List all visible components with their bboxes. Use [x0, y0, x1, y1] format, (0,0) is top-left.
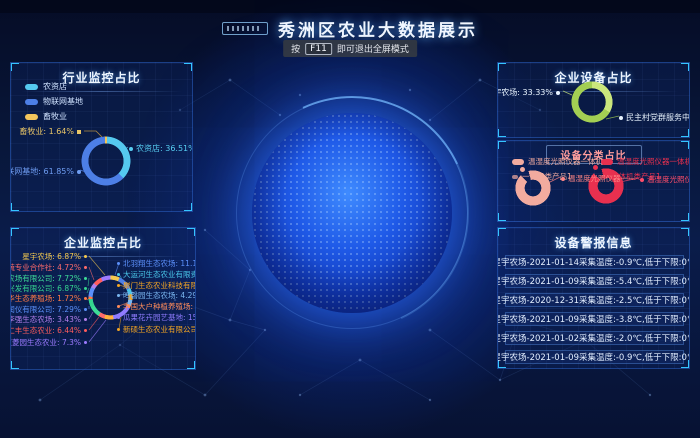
alarm-row: 星宇农场-2021-01-14采集温度:-0.9℃,低于下限:0℃ [505, 255, 684, 269]
panel-device-class-ratio: 设备分类占比 温湿度光照仪器一体机 一体机类产品1 温湿度光照仪器一体机 一体机… [497, 140, 690, 222]
f11-keycap: F11 [305, 43, 332, 55]
brand-logo [222, 22, 268, 35]
chart-label: 星宇农场: 33.33% [500, 87, 560, 98]
panel-industry-monitor-ratio: 行业监控占比 农资店 物联网基地 畜牧业 畜牧业: 1.64% 农资店: 36.… [10, 62, 193, 212]
chart-label: 大运河生态农业有限责任公 [117, 269, 196, 280]
page-title: 秀洲区农业大数据展示 [278, 16, 478, 41]
panel-title: 设备警报信息 [498, 228, 689, 251]
chart-label: 鸣磬园生态农场: 4.29 [117, 290, 196, 301]
chart-label: 上华生态养殖场: 1.72% [13, 293, 87, 304]
alarm-row: 星宇农场-2021-01-09采集温度:-3.8℃,低于下限:0℃ [505, 312, 684, 326]
legend-label: 物联网基地 [43, 96, 83, 107]
chart-label: 物联网基地: 61.85% [19, 166, 81, 177]
panel-enterprise-device-ratio: 企业设备占比 星宇农场: 33.33% 民主村党群服务中心: [497, 62, 690, 138]
donut-gap-dot [593, 165, 598, 170]
device-class-donut-left[interactable] [515, 170, 551, 206]
chart-label: 红菱园生态农业: 7.3% [13, 337, 87, 348]
chart-label: 幻超果蔬专业合作社: 4.72% [13, 262, 87, 273]
legend-item[interactable]: 农资店 [25, 81, 83, 92]
legend-label: 温湿度光照仪器一体机 [528, 156, 603, 167]
chart-label: 李强生态农场: 3.43% [13, 314, 87, 325]
chart-label: 瓜果花卉园艺基地: 15.02% [117, 312, 196, 323]
chart-label: 民主村党群服务中心: [619, 112, 690, 123]
alarm-row: 星宇农场-2021-01-09采集温度:-0.9℃,低于下限:0℃ [505, 350, 684, 364]
alarm-row: 星宇农场-2021-01-09采集温度:-5.4℃,低于下限:0℃ [505, 274, 684, 288]
alarm-row: 星宇农场-2021-01-02采集温度:-2.0℃,低于下限:0℃ [505, 331, 684, 345]
panel-title: 企业监控占比 [11, 228, 195, 251]
industry-legend: 农资店 物联网基地 畜牧业 [25, 81, 83, 122]
legend-swatch [25, 99, 38, 105]
tip-prefix: 按 [291, 42, 300, 55]
chart-label: 温湿度光照仪器一— [561, 173, 636, 184]
chart-label: 丰国大户种植养殖场: 1. [117, 301, 196, 312]
industry-donut-chart[interactable] [81, 136, 131, 186]
alarm-row: 星宇农场-2020-12-31采集温度:-2.5℃,低于下限:0℃ [505, 293, 684, 307]
legend-swatch [512, 159, 524, 165]
chart-label: 温湿度光照仪器一— [640, 174, 690, 185]
chart-label: 仁丰生态农业: 6.44% [13, 325, 87, 336]
legend-item[interactable]: 物联网基地 [25, 96, 83, 107]
legend-label: 畜牧业 [43, 111, 67, 122]
legend-swatch [601, 159, 613, 165]
legend-swatch [25, 114, 38, 120]
chart-label: 农资店: 36.51% [129, 143, 193, 154]
fullscreen-exit-tooltip: 按 F11 即可退出全屏模式 [283, 40, 417, 57]
chart-label: 星宇农场: 6.87% [13, 251, 87, 262]
tip-suffix: 即可退出全屏模式 [337, 42, 409, 55]
legend-label: 农资店 [43, 81, 67, 92]
legend-item[interactable]: 畜牧业 [25, 111, 83, 122]
legend-label: 温湿度光照仪器一体机 [617, 156, 690, 167]
panel-enterprise-monitor-ratio: 企业监控占比 星宇农场: 6.87% 幻超果蔬专业合作社: 4.72% 家睦农场… [10, 227, 196, 370]
chart-label: 北羽翔生态农场: 11.16% [117, 258, 196, 269]
legend-item[interactable]: 温湿度光照仪器一体机 [512, 156, 603, 167]
globe-shading [252, 113, 452, 313]
chart-label: 畜牧业: 1.64% [25, 126, 81, 137]
page-header: 秀洲区农业大数据展示 [0, 16, 700, 41]
legend-swatch [25, 84, 38, 90]
panel-device-alarm-info: 设备警报信息 星宇农场-2021-01-14采集温度:-0.9℃,低于下限:0℃… [497, 227, 690, 369]
legend-item[interactable]: 温湿度光照仪器一体机 [601, 156, 690, 167]
globe-visualization [252, 113, 452, 313]
chart-label: 新硕生态农业有限公司: 6.879 [117, 324, 196, 335]
device-ratio-donut-chart[interactable] [571, 81, 613, 123]
donut-gap-dot [520, 167, 525, 172]
